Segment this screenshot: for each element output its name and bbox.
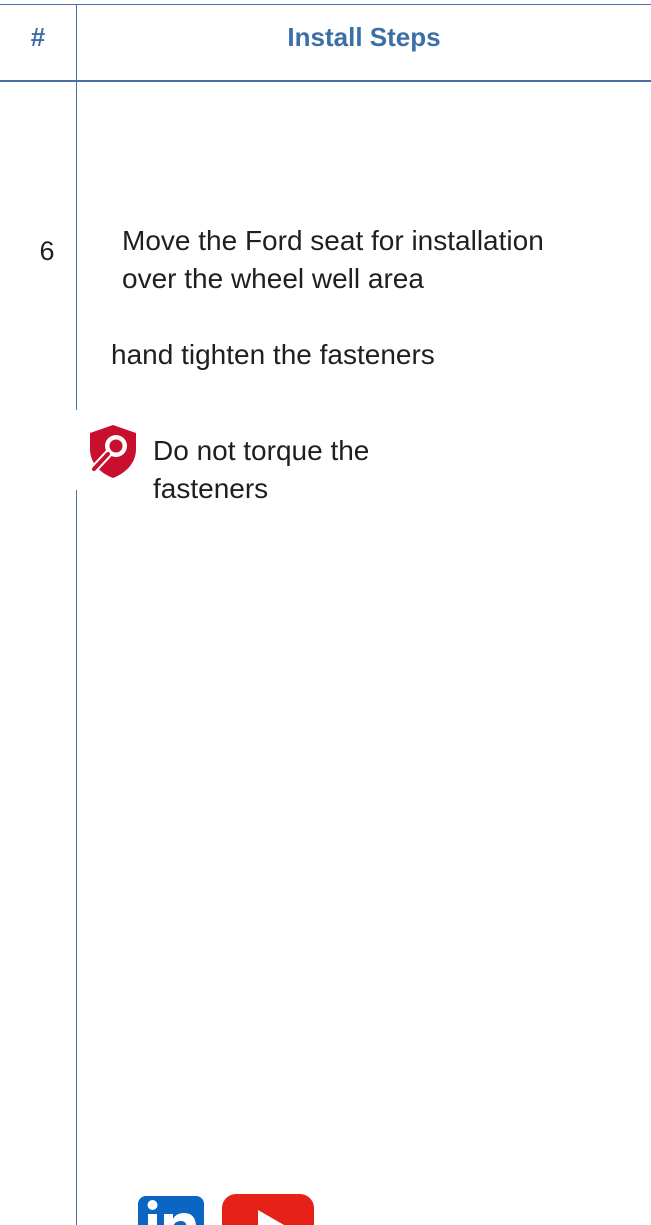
- youtube-icon[interactable]: [222, 1194, 314, 1225]
- inspect-shield-icon: [84, 422, 142, 480]
- warning-message: Do not torque the fasteners: [153, 432, 369, 508]
- table-top-border: [0, 4, 651, 5]
- header-divider: [0, 80, 651, 82]
- install-steps-table: # Install Steps 6 Move the Ford seat for…: [0, 0, 651, 1225]
- instruction-line-1: Move the Ford seat for installation: [122, 225, 544, 256]
- step-instruction: Move the Ford seat for installation over…: [122, 222, 651, 298]
- linkedin-icon[interactable]: [138, 1196, 204, 1225]
- warning-backdrop: [74, 410, 84, 490]
- header-number-column: #: [30, 22, 46, 52]
- warning-line-1: Do not torque the: [153, 435, 370, 466]
- header-install-steps: Install Steps: [287, 22, 441, 52]
- step-number: 6: [39, 236, 55, 266]
- column-divider: [76, 4, 77, 1225]
- warning-line-2: fasteners: [153, 473, 269, 504]
- instruction-line-2: over the wheel well area: [122, 263, 424, 294]
- step-subnote: hand tighten the fasteners: [111, 339, 435, 370]
